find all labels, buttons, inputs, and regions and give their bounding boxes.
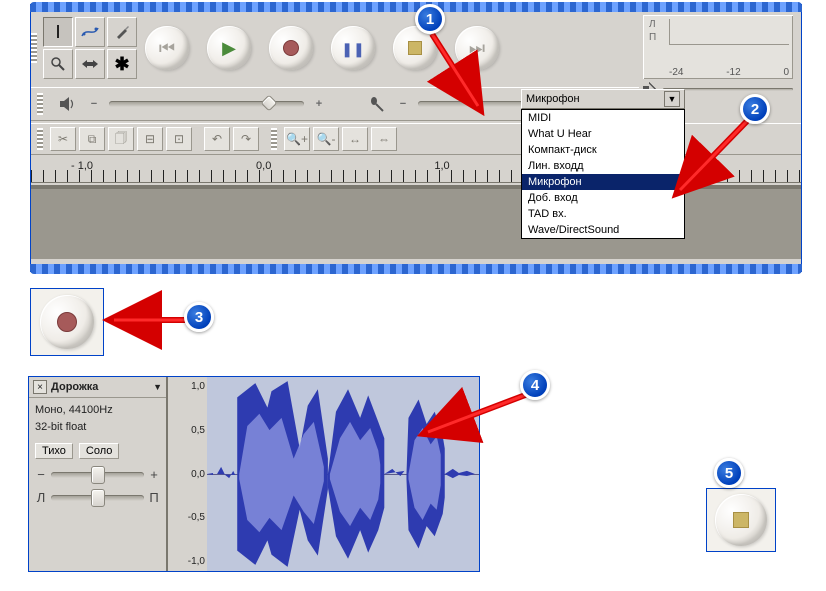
meter-right-label: П <box>649 32 656 43</box>
tool-timeshift[interactable] <box>75 49 105 79</box>
dropdown-option[interactable]: MIDI <box>522 110 684 126</box>
gain-minus: − <box>35 467 47 482</box>
dropdown-option[interactable]: What U Hear <box>522 126 684 142</box>
volume-minus: − <box>89 98 99 110</box>
input-minus: − <box>398 98 408 110</box>
record-button[interactable] <box>269 26 313 70</box>
input-source-dropdown: MIDI What U Hear Компакт-диск Лин. входд… <box>521 109 685 239</box>
track-gain-slider[interactable] <box>51 472 144 478</box>
dropdown-option[interactable]: Компакт-диск <box>522 142 684 158</box>
zoom-in-button[interactable]: 🔍+ <box>284 127 310 151</box>
dropdown-option[interactable]: Wave/DirectSound <box>522 222 684 238</box>
callout-3: 3 <box>184 302 214 332</box>
scale-label: 0,0 <box>170 469 205 480</box>
pan-left-label: Л <box>35 490 47 505</box>
zoom-out-button[interactable]: 🔍- <box>313 127 339 151</box>
play-button[interactable]: ▶ <box>207 26 251 70</box>
microphone-icon <box>366 93 388 115</box>
toolbar-grip <box>31 33 37 63</box>
record-button-large[interactable] <box>40 295 94 349</box>
dropdown-option[interactable]: TAD вх. <box>522 206 684 222</box>
toolbar-grip <box>37 128 43 150</box>
callout-2: 2 <box>740 94 770 124</box>
stop-button-large[interactable] <box>715 494 767 546</box>
meter-tick: -24 <box>669 67 683 78</box>
tool-multi[interactable]: ✱ <box>107 49 137 79</box>
callout-1: 1 <box>415 4 445 34</box>
tools-grid: I ✱ <box>41 15 139 81</box>
volume-plus: + <box>314 98 324 110</box>
track-format-label: Моно, 44100Hz <box>35 402 160 419</box>
dropdown-option[interactable]: Доб. вход <box>522 190 684 206</box>
tool-selection[interactable]: I <box>43 17 73 47</box>
pan-right-label: П <box>148 490 160 505</box>
scale-label: 1,0 <box>170 381 205 392</box>
tool-draw[interactable] <box>107 17 137 47</box>
tool-zoom[interactable] <box>43 49 73 79</box>
dropdown-option[interactable]: Лин. входд <box>522 158 684 174</box>
dropdown-option-selected[interactable]: Микрофон <box>522 174 684 190</box>
toolbar-grip <box>271 128 277 150</box>
meter-tick: -12 <box>726 67 740 78</box>
fit-selection-button[interactable]: ↔ <box>342 127 368 151</box>
track-section: × Дорожка ▼ Моно, 44100Hz 32-bit float Т… <box>28 376 480 572</box>
chevron-down-icon: ▼ <box>664 91 680 107</box>
toolbar-grip <box>37 93 43 115</box>
speaker-icon <box>57 93 79 115</box>
fit-project-button[interactable]: ⇔ <box>371 127 397 151</box>
undo-button[interactable]: ↶ <box>204 127 230 151</box>
meter-tick: 0 <box>783 67 789 78</box>
output-volume-slider[interactable] <box>109 101 304 107</box>
meter-left-label: Л <box>649 19 656 30</box>
mute-button[interactable]: Тихо <box>35 443 73 459</box>
skip-start-button[interactable]: ⏮ <box>145 26 189 70</box>
track-close-button[interactable]: × <box>33 380 47 394</box>
scale-label: 0,5 <box>170 425 205 436</box>
pause-button[interactable] <box>331 26 375 70</box>
scale-label: -1,0 <box>170 556 205 567</box>
input-source-value: Микрофон <box>526 93 580 105</box>
track-bitdepth-label: 32-bit float <box>35 419 160 436</box>
tool-envelope[interactable] <box>75 17 105 47</box>
redo-button[interactable]: ↷ <box>233 127 259 151</box>
trim-button[interactable]: ⊟ <box>137 127 163 151</box>
solo-button[interactable]: Соло <box>79 443 119 459</box>
track-control-panel: × Дорожка ▼ Моно, 44100Hz 32-bit float Т… <box>29 377 167 571</box>
output-meter: Л П -24 -12 0 <box>643 15 793 79</box>
track-pan-slider[interactable] <box>51 495 144 501</box>
input-source-select[interactable]: Микрофон ▼ <box>521 89 685 109</box>
callout-5: 5 <box>714 458 744 488</box>
record-button-highlight <box>30 288 104 356</box>
copy-button[interactable]: ⧉ <box>79 127 105 151</box>
gain-plus: + <box>148 467 160 482</box>
track-menu-arrow[interactable]: ▼ <box>153 382 162 392</box>
silence-button[interactable]: ⊡ <box>166 127 192 151</box>
stop-button-highlight <box>706 488 776 552</box>
paste-button[interactable]: 🗍 <box>108 127 134 151</box>
scale-label: -0,5 <box>170 512 205 523</box>
callout-4: 4 <box>520 370 550 400</box>
track-name[interactable]: Дорожка <box>51 381 149 393</box>
cut-button[interactable]: ✂ <box>50 127 76 151</box>
track-scale: 1,0 0,5 0,0 -0,5 -1,0 <box>167 377 207 571</box>
